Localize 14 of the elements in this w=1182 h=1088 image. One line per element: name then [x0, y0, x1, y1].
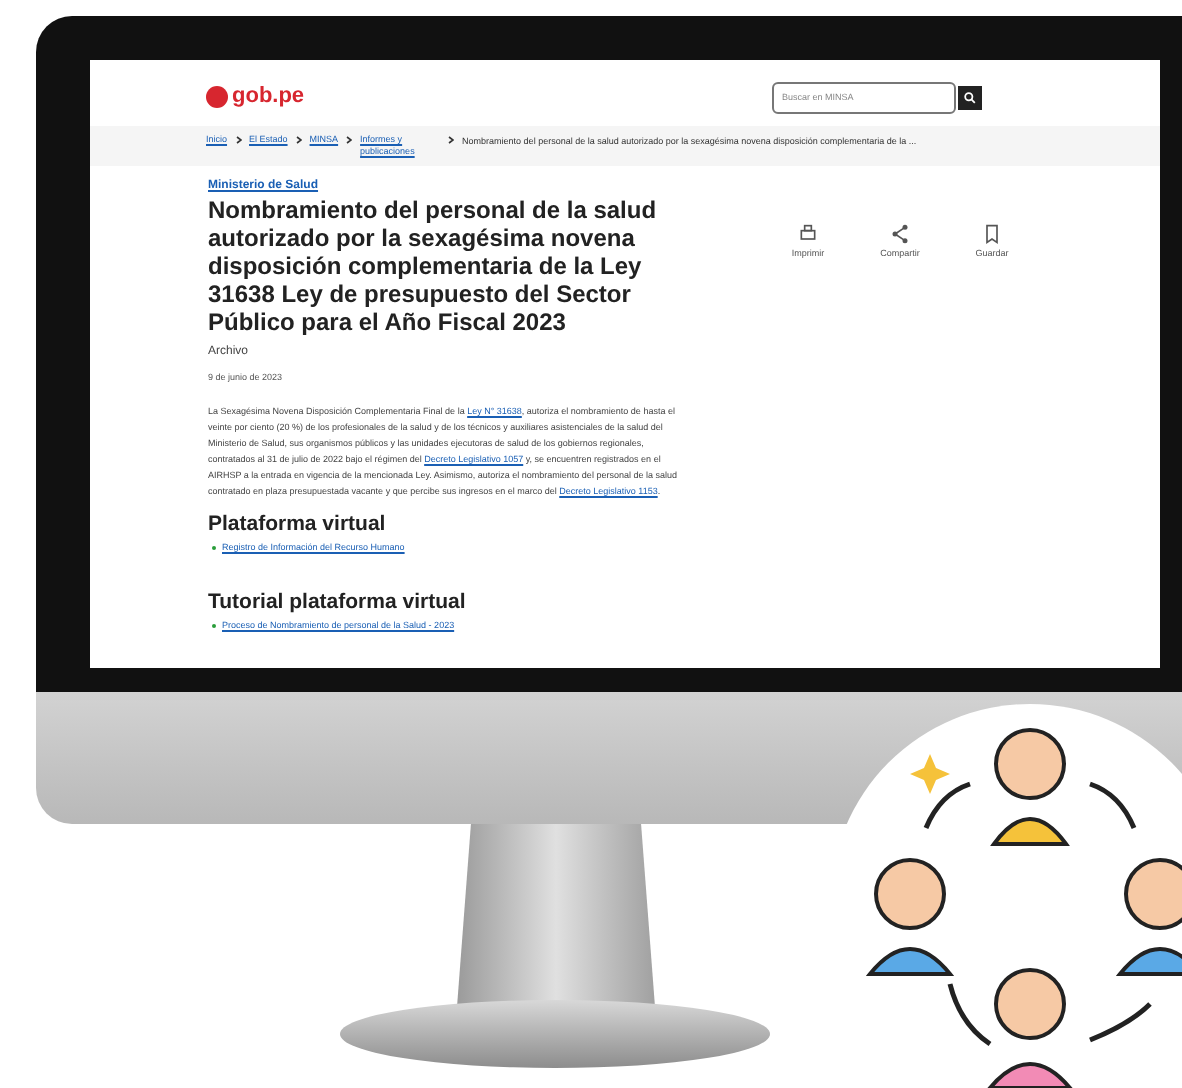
bookmark-icon [982, 224, 1002, 244]
share-icon [890, 224, 910, 244]
logo-icon [206, 86, 228, 108]
printer-icon [798, 224, 818, 244]
search-icon [964, 91, 976, 103]
chevron-icon [346, 136, 353, 144]
section-heading: Tutorial plataforma virtual [208, 588, 468, 619]
section-heading: Plataforma virtual [208, 509, 388, 540]
chevron-icon [448, 136, 455, 144]
chevron-icon [295, 136, 302, 144]
site-logo[interactable]: gob.pe [232, 80, 305, 114]
article-title: Nombramiento del personal de la salud autorizado por la sexagésima novena disposición complementaria de la Ley 31638 Ley de presupuesto del Sector Público para el Año Fiscal 2023 [208, 196, 659, 336]
chevron-icon [235, 136, 242, 144]
search-button[interactable] [958, 85, 982, 109]
